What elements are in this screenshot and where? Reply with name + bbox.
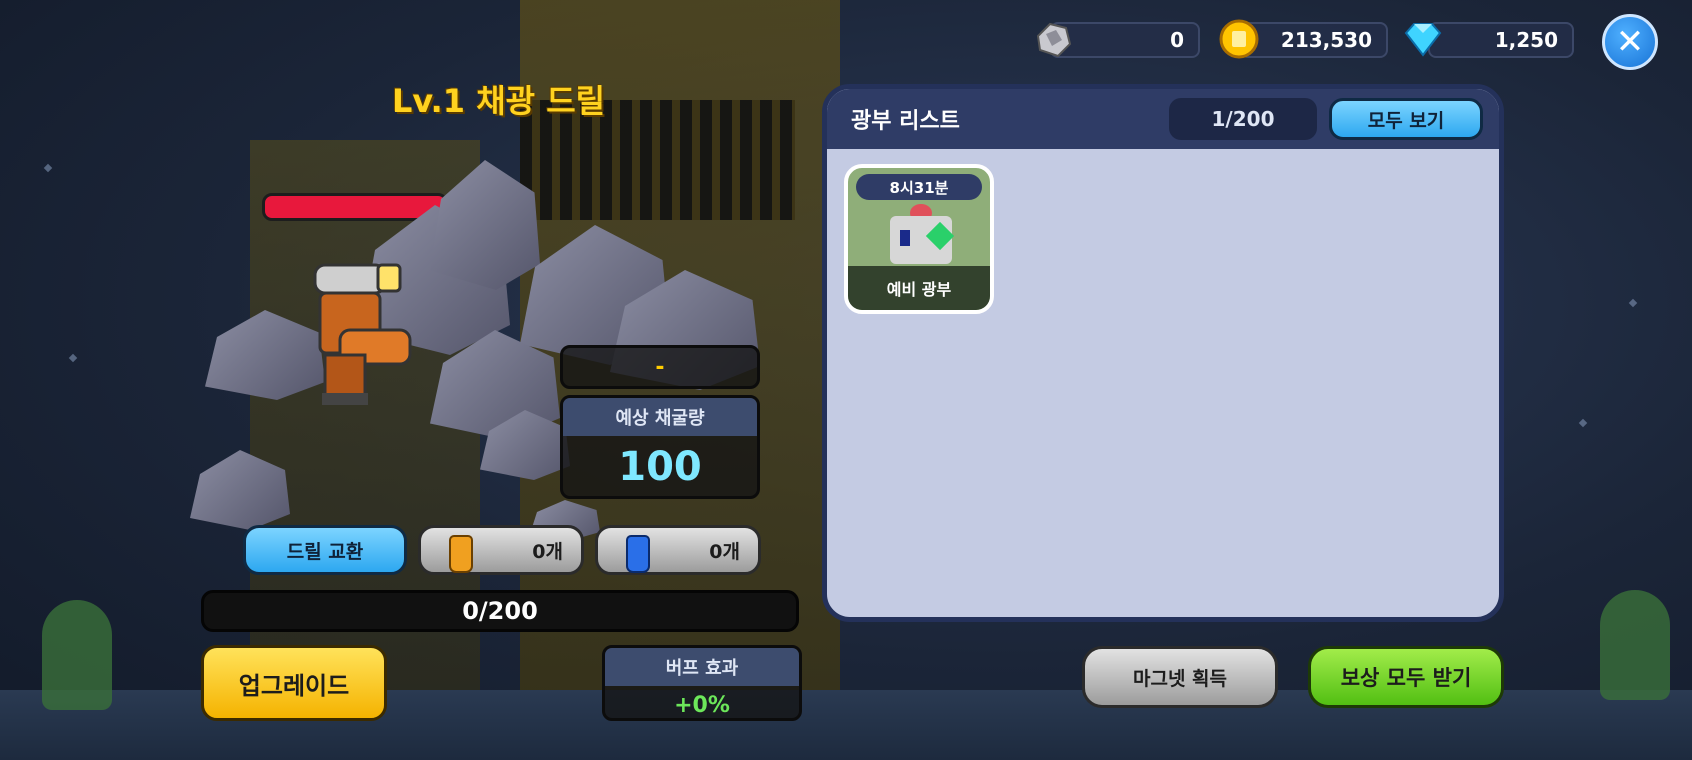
background-star [1578,418,1588,428]
swap-drill-button[interactable]: 드릴 교환 [243,525,407,575]
drill-status: - [560,345,760,389]
item-slot-blue[interactable]: 0개 [595,525,761,575]
gold-coin-icon [1219,19,1259,59]
magnet-label: 마그넷 획득 [1132,667,1227,690]
orange-bottle-icon [449,535,473,573]
item-slot-orange-count: 0개 [532,540,563,563]
buff-effect-box: 버프 효과 +0% [602,645,802,721]
gem-counter: 1,250 [1428,22,1574,58]
miner-character [313,263,412,405]
gem-count: 1,250 [1494,28,1558,52]
miner-list-header: 광부 리스트 1/200 모두 보기 [827,89,1499,149]
miner-card-timer: 8시31분 [856,174,982,200]
mining-progress-text: 0/200 [462,597,538,625]
expected-yield-label: 예상 채굴량 [563,398,757,436]
background-star [1628,298,1638,308]
mining-progress-bar: 0/200 [201,590,799,632]
drill-title: Lv.1 채광 드릴 [392,82,606,120]
swap-drill-label: 드릴 교환 [286,540,364,563]
ore-count: 0 [1170,28,1184,52]
miner-card[interactable]: 8시31분 예비 광부 [844,164,994,314]
diamond-icon [1404,23,1442,57]
miner-list-title: 광부 리스트 [851,109,960,134]
view-all-button[interactable]: 모두 보기 [1329,98,1483,140]
upgrade-label: 업그레이드 [238,671,350,700]
miner-list-panel: 광부 리스트 1/200 모두 보기 8시31분 예비 광부 [822,84,1504,622]
miner-eye-icon [900,230,910,246]
view-all-label: 모두 보기 [1367,109,1445,132]
gold-counter: 213,530 [1240,22,1388,58]
close-icon: ✕ [1615,22,1645,62]
claim-all-label: 보상 모두 받기 [1340,666,1472,690]
close-button[interactable]: ✕ [1602,14,1658,70]
claim-all-button[interactable]: 보상 모두 받기 [1308,646,1504,708]
buff-effect-label: 버프 효과 [605,648,799,686]
buff-effect-value: +0% [674,692,730,718]
item-slot-orange[interactable]: 0개 [418,525,584,575]
expected-yield-box: 예상 채굴량 100 [560,395,760,499]
background-star [43,163,53,173]
blue-bottle-icon [626,535,650,573]
miner-list-count: 1/200 [1169,98,1317,140]
miner-card-name: 예비 광부 [848,266,990,310]
background-tree [1600,590,1670,700]
gold-count: 213,530 [1280,28,1372,52]
expected-yield-value: 100 [618,444,702,490]
ore-icon [1036,22,1072,58]
background-tree [42,600,112,710]
background-star [68,353,78,363]
upgrade-button[interactable]: 업그레이드 [201,645,387,721]
magnet-button[interactable]: 마그넷 획득 [1082,646,1278,708]
item-slot-blue-count: 0개 [709,540,740,563]
